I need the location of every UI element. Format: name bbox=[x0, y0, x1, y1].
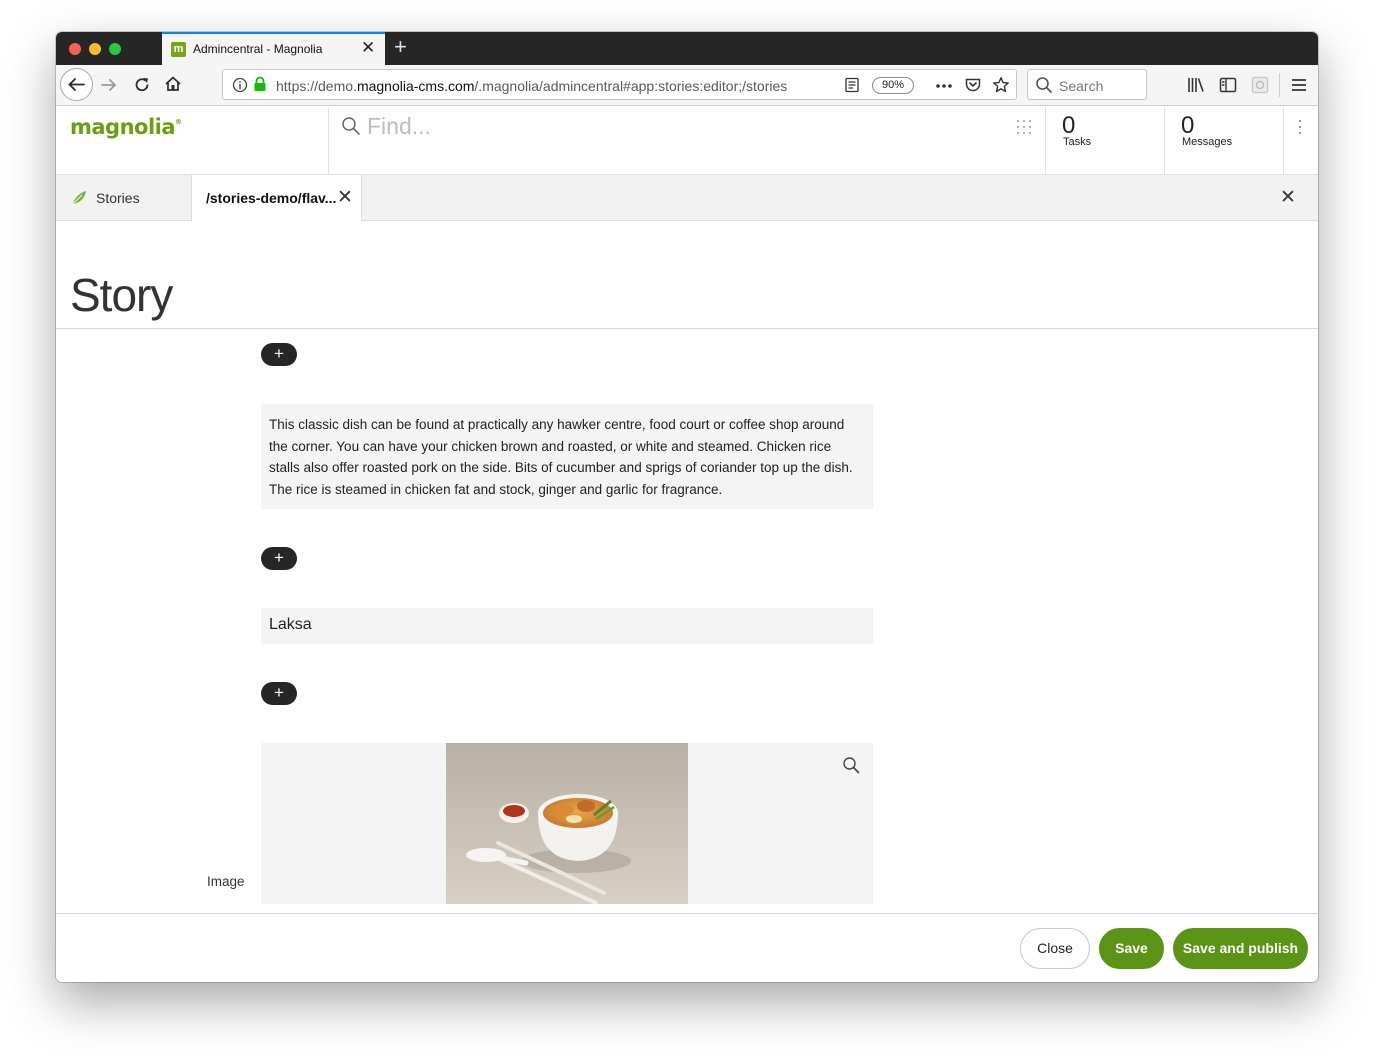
reload-icon[interactable] bbox=[132, 75, 152, 95]
add-block-button[interactable]: + bbox=[261, 547, 297, 570]
tab-stories-label: Stories bbox=[96, 190, 140, 206]
laksa-photo[interactable] bbox=[446, 743, 688, 904]
add-block-button[interactable]: + bbox=[261, 343, 297, 366]
close-app-icon[interactable]: ✕ bbox=[1280, 186, 1296, 209]
browser-tab-admincentral[interactable]: m Admincentral - Magnolia ✕ bbox=[162, 32, 385, 65]
more-actions-icon[interactable] bbox=[934, 78, 954, 94]
add-block-button[interactable]: + bbox=[261, 682, 297, 705]
close-tab-icon[interactable]: ✕ bbox=[361, 38, 375, 58]
heading-block[interactable]: Laksa bbox=[261, 608, 873, 644]
story-editor: Story + This classic dish can be found a… bbox=[56, 221, 1318, 913]
app-tab-bar: Stories /stories-demo/flav... ✕ ✕ bbox=[56, 175, 1318, 221]
zoom-image-icon[interactable] bbox=[842, 756, 860, 774]
header-divider bbox=[1283, 107, 1284, 175]
save-and-publish-button[interactable]: Save and publish bbox=[1173, 928, 1308, 969]
messages-label: Messages bbox=[1182, 136, 1233, 148]
tasks-indicator[interactable]: 0 Tasks bbox=[1046, 107, 1164, 175]
window-minimize-dot[interactable] bbox=[89, 43, 101, 55]
info-icon[interactable] bbox=[232, 77, 248, 93]
title-divider bbox=[56, 328, 1318, 329]
bookmark-star-icon[interactable] bbox=[992, 76, 1010, 94]
hamburger-menu-icon[interactable] bbox=[1289, 75, 1309, 95]
pocket-icon[interactable] bbox=[964, 76, 982, 94]
search-icon bbox=[1036, 77, 1052, 93]
browser-window: m Admincentral - Magnolia ✕ + https://de… bbox=[56, 32, 1318, 982]
magnolia-favicon-icon: m bbox=[171, 42, 186, 57]
find-search-icon bbox=[342, 117, 360, 135]
magnolia-header: magnolia® Find... 0 Tasks 0 Messages bbox=[56, 107, 1318, 175]
header-divider bbox=[328, 107, 329, 175]
browser-tabstrip: m Admincentral - Magnolia ✕ + bbox=[56, 32, 1318, 65]
tasks-label: Tasks bbox=[1063, 136, 1092, 148]
leaf-icon bbox=[71, 191, 86, 206]
text-block[interactable]: This classic dish can be found at practi… bbox=[261, 404, 873, 509]
back-button[interactable] bbox=[60, 68, 93, 101]
sidebar-icon[interactable] bbox=[1218, 75, 1238, 95]
messages-indicator[interactable]: 0 Messages bbox=[1165, 107, 1283, 175]
zoom-level-badge[interactable]: 90% bbox=[872, 77, 914, 94]
extension-icon[interactable] bbox=[1250, 75, 1270, 95]
back-icon bbox=[68, 78, 85, 91]
browser-search-box[interactable]: Search bbox=[1027, 69, 1147, 100]
page-title: Story bbox=[70, 269, 173, 321]
home-icon[interactable] bbox=[163, 74, 183, 94]
reader-view-icon[interactable] bbox=[844, 77, 860, 93]
library-icon[interactable] bbox=[1186, 75, 1206, 95]
magnolia-logo[interactable]: magnolia® bbox=[70, 115, 182, 139]
url-bar[interactable]: https://demo.magnolia-cms.com/.magnolia/… bbox=[222, 69, 1017, 100]
browser-tab-title: Admincentral - Magnolia bbox=[193, 42, 323, 56]
laksa-bowl-image bbox=[446, 743, 688, 904]
search-placeholder: Search bbox=[1059, 78, 1104, 94]
app-launcher-grid-icon[interactable] bbox=[1016, 119, 1032, 135]
editor-footer: Close Save Save and publish bbox=[56, 913, 1318, 982]
close-tab-icon[interactable]: ✕ bbox=[337, 186, 353, 209]
tab-story-editor[interactable]: /stories-demo/flav... ✕ bbox=[191, 175, 362, 221]
user-menu-kebab-icon[interactable] bbox=[1297, 119, 1303, 135]
window-zoom-dot[interactable] bbox=[109, 43, 121, 55]
lock-icon bbox=[254, 76, 266, 91]
forward-icon[interactable] bbox=[99, 75, 119, 95]
find-bar-input[interactable]: Find... bbox=[367, 113, 431, 140]
tab-stories[interactable]: Stories bbox=[56, 175, 191, 221]
image-block[interactable] bbox=[261, 743, 873, 904]
url-text[interactable]: https://demo.magnolia-cms.com/.magnolia/… bbox=[276, 78, 816, 94]
browser-toolbar: https://demo.magnolia-cms.com/.magnolia/… bbox=[56, 65, 1318, 106]
window-close-dot[interactable] bbox=[69, 43, 81, 55]
tab-editor-label: /stories-demo/flav... bbox=[206, 190, 337, 206]
toolbar-divider bbox=[1279, 73, 1280, 97]
image-field-label: Image bbox=[207, 874, 245, 889]
save-button[interactable]: Save bbox=[1099, 928, 1164, 969]
close-button[interactable]: Close bbox=[1020, 928, 1090, 969]
new-tab-button[interactable]: + bbox=[394, 34, 407, 60]
